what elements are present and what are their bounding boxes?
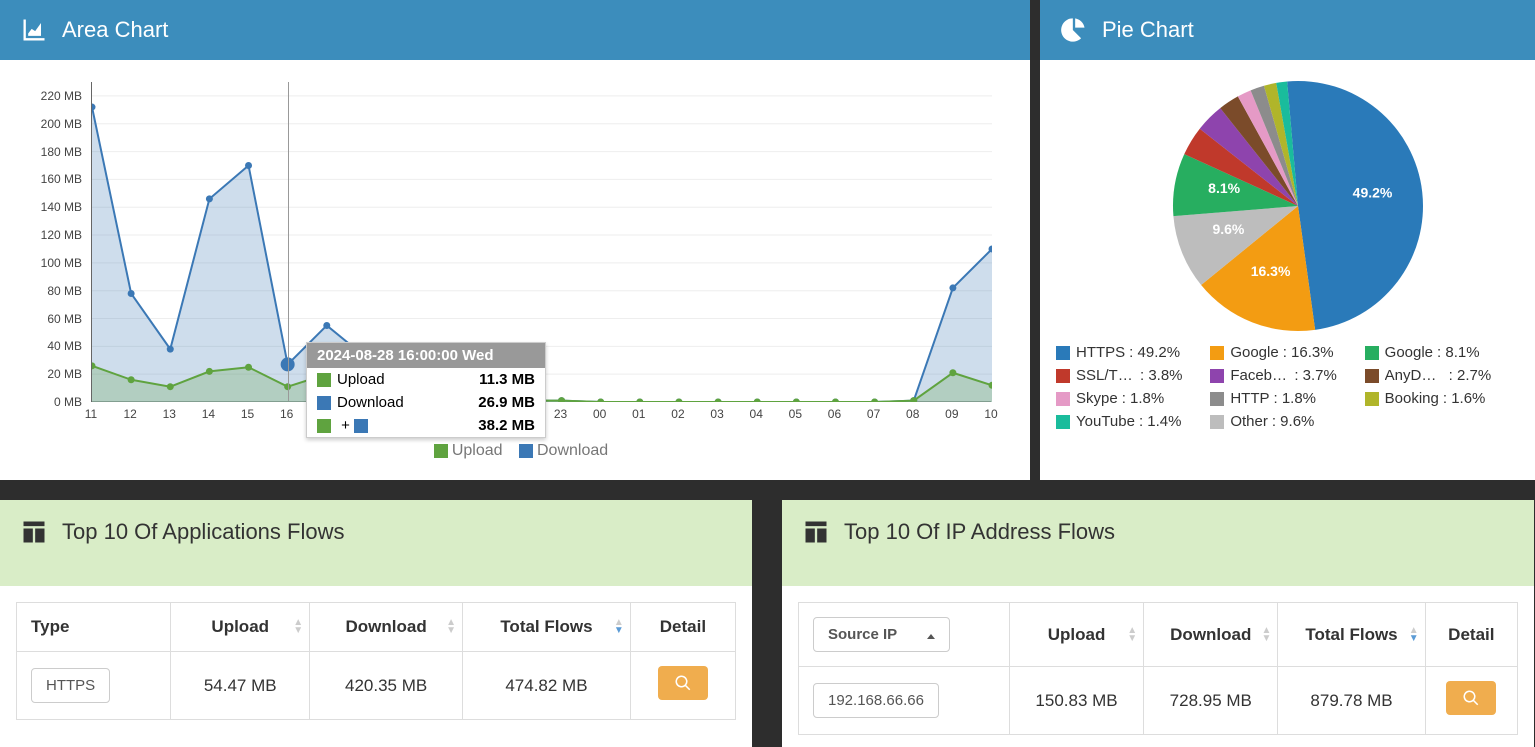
tooltip-download-value: 26.9 MB xyxy=(478,394,535,411)
pie-chart-title: Pie Chart xyxy=(1102,17,1194,43)
tooltip-upload-label: Upload xyxy=(337,371,385,388)
col-source-ip: Source IP xyxy=(799,603,1010,667)
pie-legend-item[interactable]: HTTPS: 49.2% xyxy=(1056,344,1210,361)
svg-text:8.1%: 8.1% xyxy=(1208,180,1240,196)
chart-tooltip: 2024-08-28 16:00:00 Wed Upload 11.3 MB Do… xyxy=(306,342,546,438)
area-chart-title: Area Chart xyxy=(62,17,168,43)
col-download[interactable]: Download▲▼ xyxy=(1144,603,1278,667)
ip-flows-title: Top 10 Of IP Address Flows xyxy=(844,519,1115,545)
apps-flows-title: Top 10 Of Applications Flows xyxy=(62,519,344,545)
svg-text:9.6%: 9.6% xyxy=(1212,221,1244,237)
pie-legend-item[interactable]: Skype: 1.8% xyxy=(1056,390,1210,407)
pie-legend-item[interactable]: HTTP: 1.8% xyxy=(1210,390,1364,407)
area-chart-legend: Upload Download xyxy=(16,442,1014,460)
ip-table: Source IP Upload▲▼ Download▲▼ Total Flow… xyxy=(798,602,1518,735)
hover-line xyxy=(288,82,289,401)
apps-flows-panel: Top 10 Of Applications Flows Type Upload… xyxy=(0,500,752,747)
caret-up-icon xyxy=(927,634,935,639)
svg-text:49.2%: 49.2% xyxy=(1352,185,1392,201)
table-icon xyxy=(20,518,48,546)
col-type[interactable]: Type xyxy=(17,603,171,652)
ip-button[interactable]: 192.168.66.66 xyxy=(813,683,939,718)
col-download[interactable]: Download▲▼ xyxy=(310,603,463,652)
search-icon xyxy=(1462,689,1480,707)
detail-button[interactable] xyxy=(1446,681,1496,715)
app-type-button[interactable]: HTTPS xyxy=(31,668,110,703)
tooltip-title: 2024-08-28 16:00:00 Wed xyxy=(307,343,545,368)
tooltip-download-label: Download xyxy=(337,394,404,411)
pie-chart-header: Pie Chart xyxy=(1040,0,1535,60)
cell-total: 879.78 MB xyxy=(1278,667,1425,735)
area-chart-panel: Area Chart 0 MB20 MB40 MB60 MB80 MB100 M… xyxy=(0,0,1030,480)
ip-flows-header: Top 10 Of IP Address Flows xyxy=(782,500,1534,586)
ip-flows-panel: Top 10 Of IP Address Flows Source IP Upl… xyxy=(782,500,1534,747)
apps-table: Type Upload▲▼ Download▲▼ Total Flows▲▼ D… xyxy=(16,602,736,720)
cell-download: 728.95 MB xyxy=(1144,667,1278,735)
y-axis-labels: 0 MB20 MB40 MB60 MB80 MB100 MB120 MB140 … xyxy=(16,72,86,412)
col-detail: Detail xyxy=(1425,603,1517,667)
pie-legend-item[interactable]: SSL/TLS: 3.8% xyxy=(1056,367,1210,384)
area-chart[interactable]: 0 MB20 MB40 MB60 MB80 MB100 MB120 MB140 … xyxy=(16,72,1014,468)
tooltip-upload-value: 11.3 MB xyxy=(479,371,535,388)
col-total[interactable]: Total Flows▲▼ xyxy=(463,603,631,652)
cell-download: 420.35 MB xyxy=(310,652,463,720)
pie-legend-item[interactable]: Other: 9.6% xyxy=(1210,413,1364,430)
tooltip-sum-value: 38.2 MB xyxy=(478,417,535,434)
cell-upload: 54.47 MB xyxy=(171,652,310,720)
legend-upload[interactable]: Upload xyxy=(452,442,503,459)
legend-download[interactable]: Download xyxy=(537,442,608,459)
pie-chart-panel: Pie Chart 49.2% 16.3% 9.6% 8.1% HTTPS: 49.2… xyxy=(1040,0,1535,480)
table-row: HTTPS 54.47 MB 420.35 MB 474.82 MB xyxy=(17,652,736,720)
table-icon xyxy=(802,518,830,546)
pie-chart-icon xyxy=(1060,16,1088,44)
col-detail: Detail xyxy=(630,603,735,652)
source-ip-dropdown[interactable]: Source IP xyxy=(813,617,950,652)
pie-chart[interactable]: 49.2% 16.3% 9.6% 8.1% xyxy=(1068,76,1508,336)
pie-legend: HTTPS: 49.2%Google: 16.3%Google: 8.1% SSL… xyxy=(1056,336,1519,430)
pie-legend-item[interactable]: Booking: 1.6% xyxy=(1365,390,1519,407)
col-upload[interactable]: Upload▲▼ xyxy=(171,603,310,652)
apps-flows-header: Top 10 Of Applications Flows xyxy=(0,500,752,586)
pie-legend-item[interactable]: YouTube: 1.4% xyxy=(1056,413,1210,430)
table-row: 192.168.66.66 150.83 MB 728.95 MB 879.78… xyxy=(799,667,1518,735)
col-total[interactable]: Total Flows▲▼ xyxy=(1278,603,1425,667)
search-icon xyxy=(674,674,692,692)
pie-legend-item[interactable]: Google: 16.3% xyxy=(1210,344,1364,361)
area-chart-header: Area Chart xyxy=(0,0,1030,60)
area-chart-icon xyxy=(20,16,48,44)
pie-legend-item[interactable]: Google: 8.1% xyxy=(1365,344,1519,361)
svg-text:16.3%: 16.3% xyxy=(1250,263,1290,279)
detail-button[interactable] xyxy=(658,666,708,700)
tooltip-sum-label: + xyxy=(341,417,350,434)
col-upload[interactable]: Upload▲▼ xyxy=(1009,603,1143,667)
cell-upload: 150.83 MB xyxy=(1009,667,1143,735)
cell-total: 474.82 MB xyxy=(463,652,631,720)
pie-legend-item[interactable]: Facebook: 3.7% xyxy=(1210,367,1364,384)
pie-legend-item[interactable]: AnyDesk: 2.7% xyxy=(1365,367,1519,384)
